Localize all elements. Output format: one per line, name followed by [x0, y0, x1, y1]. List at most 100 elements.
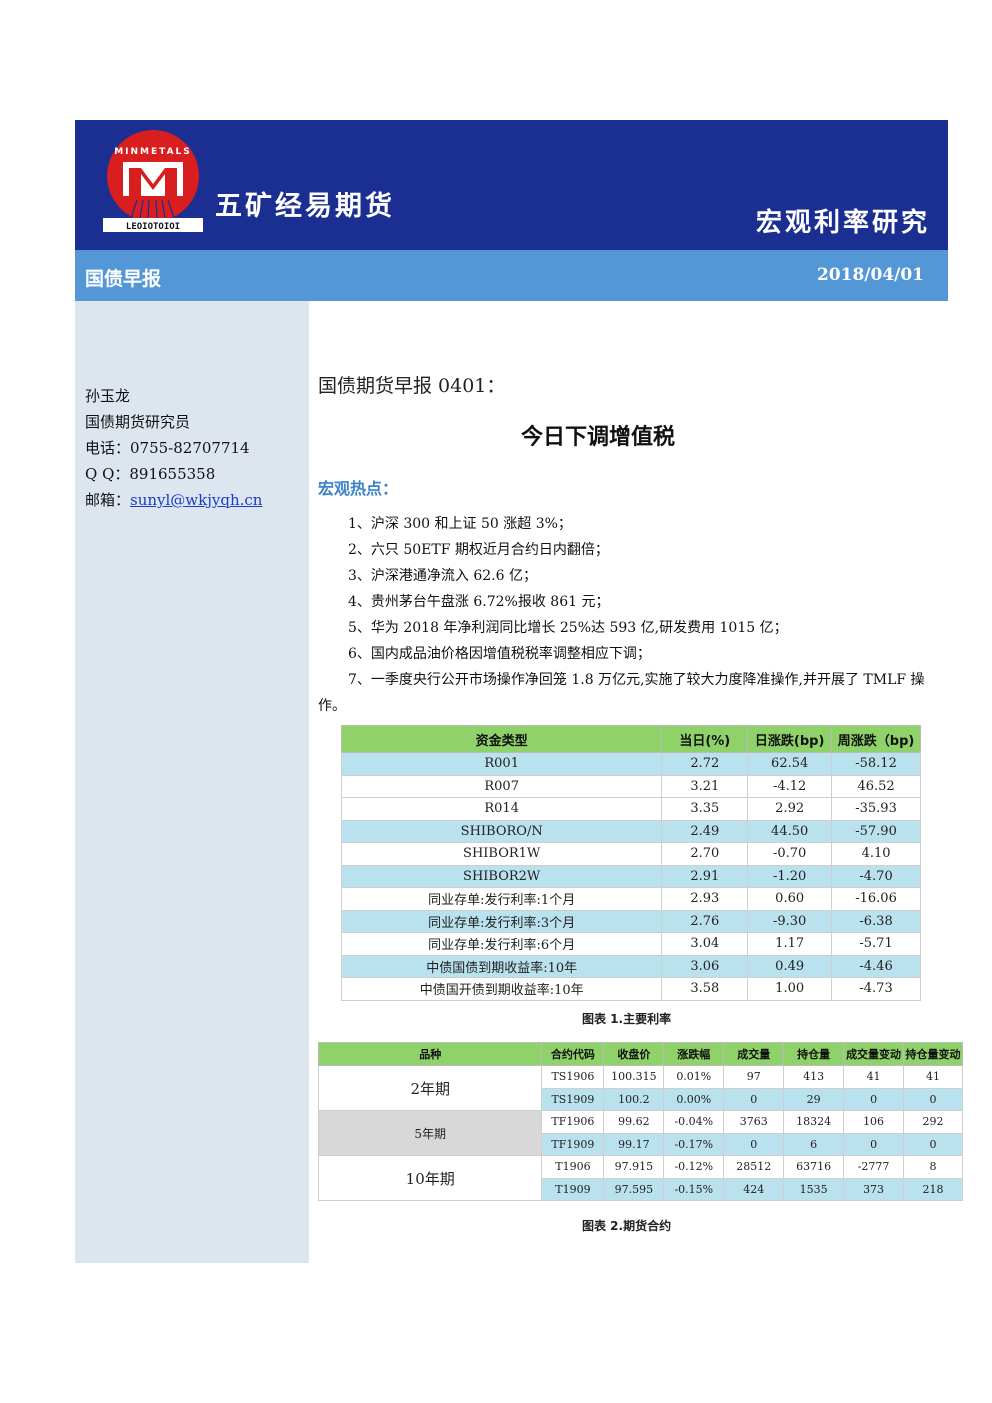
table-cell: -5.71 [831, 932, 921, 956]
table-cell: 0 [723, 1132, 785, 1156]
table-cell: 97.915 [603, 1155, 665, 1179]
table-cell: 0 [723, 1087, 785, 1111]
report-subheader: 国债早报 2018/04/01 [75, 250, 948, 301]
table-cell: T1906 [541, 1155, 605, 1179]
table-cell: 4.10 [831, 842, 921, 866]
svg-text:MINMETALS: MINMETALS [114, 147, 192, 157]
table-cell: 62.54 [747, 752, 833, 776]
email-link[interactable]: sunyl@wkjyqh.cn [130, 491, 262, 509]
table-row: 中债国开债到期收益率:10年 3.58 1.00 -4.73 [340, 977, 921, 1001]
list-item: 1、沪深 300 和上证 50 涨超 3%； [348, 516, 572, 532]
column-header: 持仓量变动 [903, 1042, 963, 1066]
table-cell: 29 [783, 1087, 845, 1111]
table-cell: 41 [843, 1065, 905, 1089]
table-row: R007 3.21 -4.12 46.52 [340, 774, 921, 798]
table-cell: 0 [843, 1087, 905, 1111]
author-info: 孙玉龙 国债期货研究员 电话：0755-82707714 Q Q：8916553… [85, 383, 262, 513]
table-cell: 0 [903, 1087, 963, 1111]
table-cell: 0.00% [663, 1087, 725, 1111]
table-cell: TF1909 [541, 1132, 605, 1156]
minmetals-logo-icon: MINMETALS LEOIOTOIOI [103, 130, 203, 232]
table-cell: -0.12% [663, 1155, 725, 1179]
table-cell: -16.06 [831, 887, 921, 911]
list-item: 7、一季度央行公开市场操作净回笼 1.8 万亿元,实施了较大力度降准操作,并开展… [348, 672, 925, 688]
column-header: 日涨跌(bp) [747, 725, 833, 753]
table-cell: 6 [783, 1132, 845, 1156]
column-header: 当日(%) [661, 725, 749, 753]
table-row: SHIBOR1W 2.70 -0.70 4.10 [340, 842, 921, 866]
column-header: 合约代码 [541, 1042, 605, 1066]
report-date: 2018/04/01 [816, 265, 924, 285]
table-cell: TS1909 [541, 1087, 605, 1111]
product-cell: 10年期 [317, 1155, 543, 1201]
table-cell: -35.93 [831, 797, 921, 821]
table-cell: 373 [843, 1177, 905, 1201]
list-item: 4、贵州茅台午盘涨 6.72%报收 861 元； [348, 594, 610, 610]
table-cell: 99.17 [603, 1132, 665, 1156]
list-item: 2、六只 50ETF 期权近月合约日内翻倍； [348, 542, 609, 558]
table-cell: R007 [340, 774, 663, 798]
table-row: R014 3.35 2.92 -35.93 [340, 797, 921, 821]
table2-caption: 图表 2.期货合约 [582, 1219, 672, 1233]
table-cell: SHIBORO/N [340, 819, 663, 843]
table-cell: -2777 [843, 1155, 905, 1179]
column-header: 资金类型 [340, 725, 663, 753]
table-cell: 0 [843, 1132, 905, 1156]
table-cell: 0.01% [663, 1065, 725, 1089]
table-cell: -0.70 [747, 842, 833, 866]
table-cell: 2.70 [661, 842, 749, 866]
table-row: SHIBOR2W 2.91 -1.20 -4.70 [340, 864, 921, 888]
author-phone: 电话：0755-82707714 [85, 439, 250, 457]
table-cell: 1.00 [747, 977, 833, 1001]
author-name: 孙玉龙 [85, 387, 131, 405]
table-cell: 18324 [783, 1110, 845, 1134]
table-cell: 0.49 [747, 954, 833, 978]
column-header: 收盘价 [603, 1042, 665, 1066]
table-cell: -6.38 [831, 909, 921, 933]
table-cell: -4.12 [747, 774, 833, 798]
macro-hot-list: 1、沪深 300 和上证 50 涨超 3%； 2、六只 50ETF 期权近月合约… [318, 511, 942, 719]
table-cell: -4.46 [831, 954, 921, 978]
table-cell: 8 [903, 1155, 963, 1179]
table-cell: 0.60 [747, 887, 833, 911]
table-cell: TF1906 [541, 1110, 605, 1134]
company-name: 五矿经易期货 [215, 191, 395, 222]
table-cell: 63716 [783, 1155, 845, 1179]
table-header-row: 资金类型 当日(%) 日涨跌(bp) 周涨跌（bp) [340, 725, 921, 753]
table1-caption: 图表 1.主要利率 [582, 1012, 672, 1026]
table-cell: 2.93 [661, 887, 749, 911]
table-cell: 3.35 [661, 797, 749, 821]
column-header: 周涨跌（bp) [831, 725, 921, 753]
table-cell: -9.30 [747, 909, 833, 933]
table-cell: 46.52 [831, 774, 921, 798]
table-cell: 3.06 [661, 954, 749, 978]
department-title: 宏观利率研究 [755, 208, 930, 238]
futures-contracts-table: 品种 合约代码 收盘价 涨跌幅 成交量 持仓量 成交量变动 持仓量变动 2年期 … [317, 1042, 963, 1201]
table-cell: 424 [723, 1177, 785, 1201]
table-cell: R014 [340, 797, 663, 821]
table-cell: -57.90 [831, 819, 921, 843]
table-row: 2年期 TS1906 100.315 0.01% 97 413 41 41 [317, 1065, 963, 1111]
author-email-row: 邮箱：sunyl@wkjyqh.cn [85, 487, 262, 513]
table-cell: -0.17% [663, 1132, 725, 1156]
author-sidebar: 孙玉龙 国债期货研究员 电话：0755-82707714 Q Q：8916553… [75, 301, 309, 1263]
table-cell: 同业存单:发行利率:6个月 [340, 932, 663, 956]
svg-text:LEOIOTOIOI: LEOIOTOIOI [126, 222, 180, 232]
macro-hot-heading: 宏观热点： [318, 479, 399, 498]
product-cell: 5年期 [317, 1110, 543, 1156]
table-cell: 同业存单:发行利率:1个月 [340, 887, 663, 911]
table-cell: 292 [903, 1110, 963, 1134]
table-cell: 1535 [783, 1177, 845, 1201]
table-row: 同业存单:发行利率:1个月 2.93 0.60 -16.06 [340, 887, 921, 911]
table-row: SHIBORO/N 2.49 44.50 -57.90 [340, 819, 921, 843]
table-row: 5年期 TF1906 99.62 -0.04% 3763 18324 106 292 [317, 1110, 963, 1156]
table-row: R001 2.72 62.54 -58.12 [340, 752, 921, 776]
table-cell: R001 [340, 752, 663, 776]
table-cell: 28512 [723, 1155, 785, 1179]
column-header: 持仓量 [783, 1042, 845, 1066]
table-cell: -4.70 [831, 864, 921, 888]
table-cell: 0 [903, 1132, 963, 1156]
table-cell: 中债国债到期收益率:10年 [340, 954, 663, 978]
report-title: 国债期货早报 0401： [318, 375, 506, 397]
report-headline: 今日下调增值税 [520, 425, 675, 450]
